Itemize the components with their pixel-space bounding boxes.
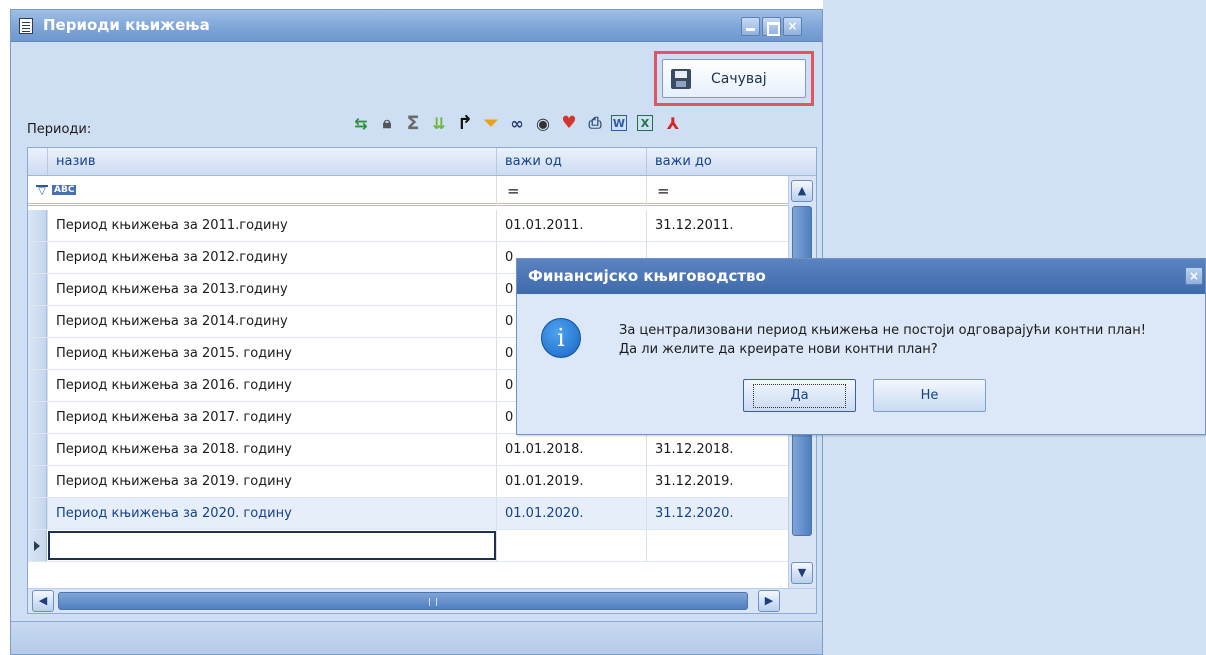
binoculars-search-icon[interactable]: ∞ bbox=[507, 113, 527, 133]
heart-color-icon[interactable]: ♥ bbox=[559, 113, 579, 133]
row-selector[interactable] bbox=[28, 370, 47, 401]
row-selector[interactable] bbox=[28, 434, 47, 465]
row-pointer-icon bbox=[28, 530, 47, 561]
confirm-dialog: Финансијско књиговодство × i За централи… bbox=[516, 258, 1206, 435]
horizontal-scroll-thumb[interactable] bbox=[58, 592, 748, 610]
word-icon[interactable]: W bbox=[611, 115, 627, 131]
row-selector[interactable] bbox=[28, 274, 47, 305]
cell-name: Период књижења за 2019. годину bbox=[47, 466, 496, 497]
document-icon bbox=[19, 18, 33, 34]
cell-name: Период књижења за 2018. годину bbox=[47, 434, 496, 465]
dialog-close-button[interactable]: × bbox=[1185, 267, 1203, 285]
yes-button-label: Да bbox=[753, 384, 846, 408]
dialog-titlebar[interactable]: Финансијско књиговодство × bbox=[517, 259, 1205, 294]
no-button[interactable]: Не bbox=[873, 379, 986, 412]
text-filter-icon[interactable]: ABC bbox=[52, 185, 77, 195]
filter-valid-to[interactable]: = bbox=[646, 176, 788, 206]
new-row-valid-from[interactable] bbox=[496, 530, 646, 561]
filter-valid-from[interactable]: = bbox=[496, 176, 646, 206]
scroll-grip bbox=[429, 598, 437, 606]
sum-icon[interactable]: Σ bbox=[403, 112, 423, 134]
scroll-right-button[interactable]: ▶ bbox=[758, 590, 780, 612]
cell-valid-from: 01.01.2020. bbox=[496, 498, 646, 529]
cell-name: Период књижења за 2017. годину bbox=[47, 402, 496, 433]
pdf-icon[interactable]: ⅄ bbox=[663, 113, 683, 133]
yes-button[interactable]: Да bbox=[743, 379, 856, 412]
table-row-current[interactable]: Период књижења за 2020. годину 01.01.202… bbox=[28, 498, 788, 530]
grid-header: назив важи од важи до bbox=[28, 148, 816, 176]
window-title: Периоди књижења bbox=[43, 16, 210, 34]
export-arrow-icon[interactable]: ↱ bbox=[455, 112, 475, 134]
cell-valid-from: 01.01.2018. bbox=[496, 434, 646, 465]
row-selector[interactable] bbox=[28, 466, 47, 497]
cell-name: Период књижења за 2020. годину bbox=[47, 498, 496, 529]
cell-name: Период књижења за 2012.годину bbox=[47, 242, 496, 273]
close-button[interactable]: × bbox=[783, 17, 802, 36]
column-header-valid-from[interactable]: важи од bbox=[496, 148, 646, 175]
row-selector[interactable] bbox=[28, 498, 47, 529]
cell-name: Период књижења за 2015. годину bbox=[47, 338, 496, 369]
cell-valid-to: 31.12.2020. bbox=[646, 498, 788, 529]
info-icon: i bbox=[541, 318, 581, 358]
cell-name: Период књижења за 2016. годину bbox=[47, 370, 496, 401]
periods-label: Периоди: bbox=[27, 122, 92, 137]
dialog-message-line1: За централизовани период књижења не пост… bbox=[619, 323, 1146, 338]
save-button-label: Сачувај bbox=[711, 71, 767, 87]
lock-icon[interactable]: 🔒︎ bbox=[377, 113, 397, 133]
dialog-message-line2: Да ли желите да креирате нови контни пла… bbox=[619, 342, 938, 357]
save-button-highlight: Сачувај bbox=[654, 51, 814, 106]
table-row[interactable]: Период књижења за 2019. годину 01.01.201… bbox=[28, 466, 788, 498]
text-filter-badge: ABC bbox=[52, 185, 77, 195]
row-selector[interactable] bbox=[28, 338, 47, 369]
scroll-left-button[interactable]: ◀ bbox=[32, 590, 54, 612]
save-button[interactable]: Сачувај bbox=[662, 59, 806, 98]
table-row[interactable]: Период књижења за 2018. годину 01.01.201… bbox=[28, 434, 788, 466]
cell-valid-to: 31.12.2018. bbox=[646, 434, 788, 465]
no-button-label: Не bbox=[920, 388, 939, 403]
refresh-icon[interactable]: ⇆ bbox=[351, 113, 371, 133]
table-row[interactable]: Период књижења за 2011.годину 01.01.2011… bbox=[28, 210, 788, 242]
column-header-valid-to[interactable]: важи до bbox=[646, 148, 798, 175]
row-selector[interactable] bbox=[28, 210, 47, 241]
print-icon[interactable]: ⎙ bbox=[585, 113, 605, 133]
cell-valid-to: 31.12.2019. bbox=[646, 466, 788, 497]
window-titlebar[interactable]: Периоди књижења × bbox=[11, 10, 822, 42]
dialog-title: Финансијско књиговодство bbox=[528, 267, 766, 285]
cell-name: Период књижења за 2011.годину bbox=[47, 210, 496, 241]
floppy-disk-icon bbox=[671, 69, 691, 89]
cell-valid-from: 01.01.2019. bbox=[496, 466, 646, 497]
new-row-name-input[interactable] bbox=[48, 531, 496, 560]
horizontal-scrollbar[interactable]: ◀ ▶ bbox=[28, 588, 816, 613]
new-row-valid-to[interactable] bbox=[646, 530, 788, 561]
expand-icon[interactable]: ⇊ bbox=[429, 113, 449, 133]
row-selector[interactable] bbox=[28, 402, 47, 433]
cell-name: Период књижења за 2013.годину bbox=[47, 274, 496, 305]
row-selector[interactable] bbox=[28, 242, 47, 273]
cell-valid-from: 01.01.2011. bbox=[496, 210, 646, 241]
scroll-down-button[interactable]: ▼ bbox=[791, 562, 813, 584]
dialog-message: За централизовани период књижења не пост… bbox=[619, 321, 1146, 359]
eye-icon[interactable]: ◉ bbox=[533, 113, 553, 133]
new-row[interactable] bbox=[28, 530, 788, 562]
cell-valid-to: 31.12.2011. bbox=[646, 210, 788, 241]
cell-name: Период књижења за 2014.годину bbox=[47, 306, 496, 337]
minimize-button[interactable] bbox=[741, 17, 760, 36]
excel-icon[interactable]: X bbox=[637, 115, 653, 131]
filter-icon[interactable]: ⏷ bbox=[481, 113, 501, 134]
funnel-icon[interactable]: ▽ bbox=[36, 185, 48, 197]
column-header-name[interactable]: назив bbox=[47, 148, 496, 175]
filter-row: ▽ ABC = = bbox=[28, 176, 788, 206]
scroll-up-button[interactable]: ▲ bbox=[791, 180, 813, 202]
row-selector[interactable] bbox=[28, 306, 47, 337]
status-bar bbox=[11, 621, 822, 654]
maximize-button[interactable] bbox=[762, 17, 781, 36]
